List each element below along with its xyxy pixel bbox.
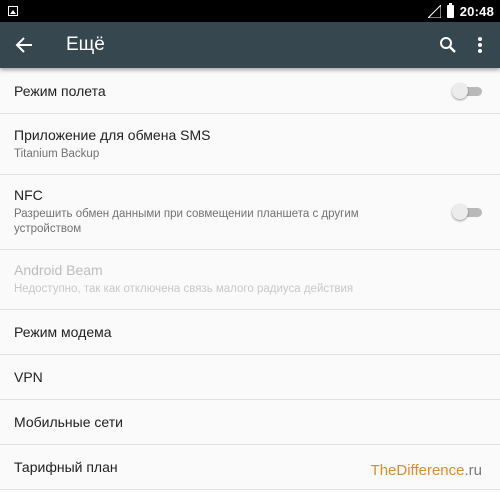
- watermark-brand: TheDifference: [370, 462, 465, 479]
- item-title: Приложение для обмена SMS: [14, 126, 211, 143]
- item-title: Мобильные сети: [14, 414, 123, 430]
- nfc-switch[interactable]: [452, 204, 482, 220]
- nfc-item[interactable]: NFC Разрешить обмен данными при совмещен…: [0, 175, 500, 250]
- app-bar: Ещё: [0, 22, 500, 68]
- mobile-networks-item[interactable]: Мобильные сети: [0, 400, 500, 445]
- switch-thumb: [452, 204, 468, 220]
- item-title: VPN: [14, 369, 43, 385]
- watermark: TheDifference.ru: [371, 462, 482, 479]
- gallery-notification-icon: [8, 6, 18, 16]
- airplane-mode-item[interactable]: Режим полета: [0, 68, 500, 114]
- search-icon: [440, 37, 456, 53]
- sms-app-item[interactable]: Приложение для обмена SMS Titanium Backu…: [0, 114, 500, 175]
- status-time: 20:48: [459, 3, 494, 19]
- status-bar: 20:48: [0, 0, 500, 22]
- item-title: Режим модема: [14, 324, 112, 340]
- battery-icon: [446, 2, 454, 18]
- more-options-button[interactable]: [468, 33, 492, 57]
- vpn-item[interactable]: VPN: [0, 355, 500, 400]
- item-title: NFC: [14, 187, 43, 203]
- page-title: Ещё: [66, 34, 105, 55]
- android-beam-item: Android Beam Недоступно, так как отключе…: [0, 250, 500, 310]
- airplane-mode-switch[interactable]: [452, 82, 482, 99]
- item-subtitle: Недоступно, так как отключена связь мало…: [14, 283, 354, 295]
- tethering-item[interactable]: Режим модема: [0, 310, 500, 355]
- item-title: Android Beam: [14, 262, 103, 278]
- back-button[interactable]: [12, 33, 36, 57]
- settings-list: Режим полета Приложение для обмена SMS T…: [0, 68, 500, 490]
- search-button[interactable]: [436, 33, 460, 57]
- more-vert-icon: [478, 37, 482, 53]
- item-title: Режим полета: [14, 82, 106, 99]
- watermark-domain: .ru: [464, 462, 482, 479]
- item-subtitle: Titanium Backup: [14, 147, 100, 160]
- item-subtitle: Разрешить обмен данными при совмещении п…: [14, 208, 359, 235]
- switch-thumb: [452, 82, 468, 99]
- arrow-back-icon: [15, 37, 32, 53]
- signal-icon: [427, 4, 441, 18]
